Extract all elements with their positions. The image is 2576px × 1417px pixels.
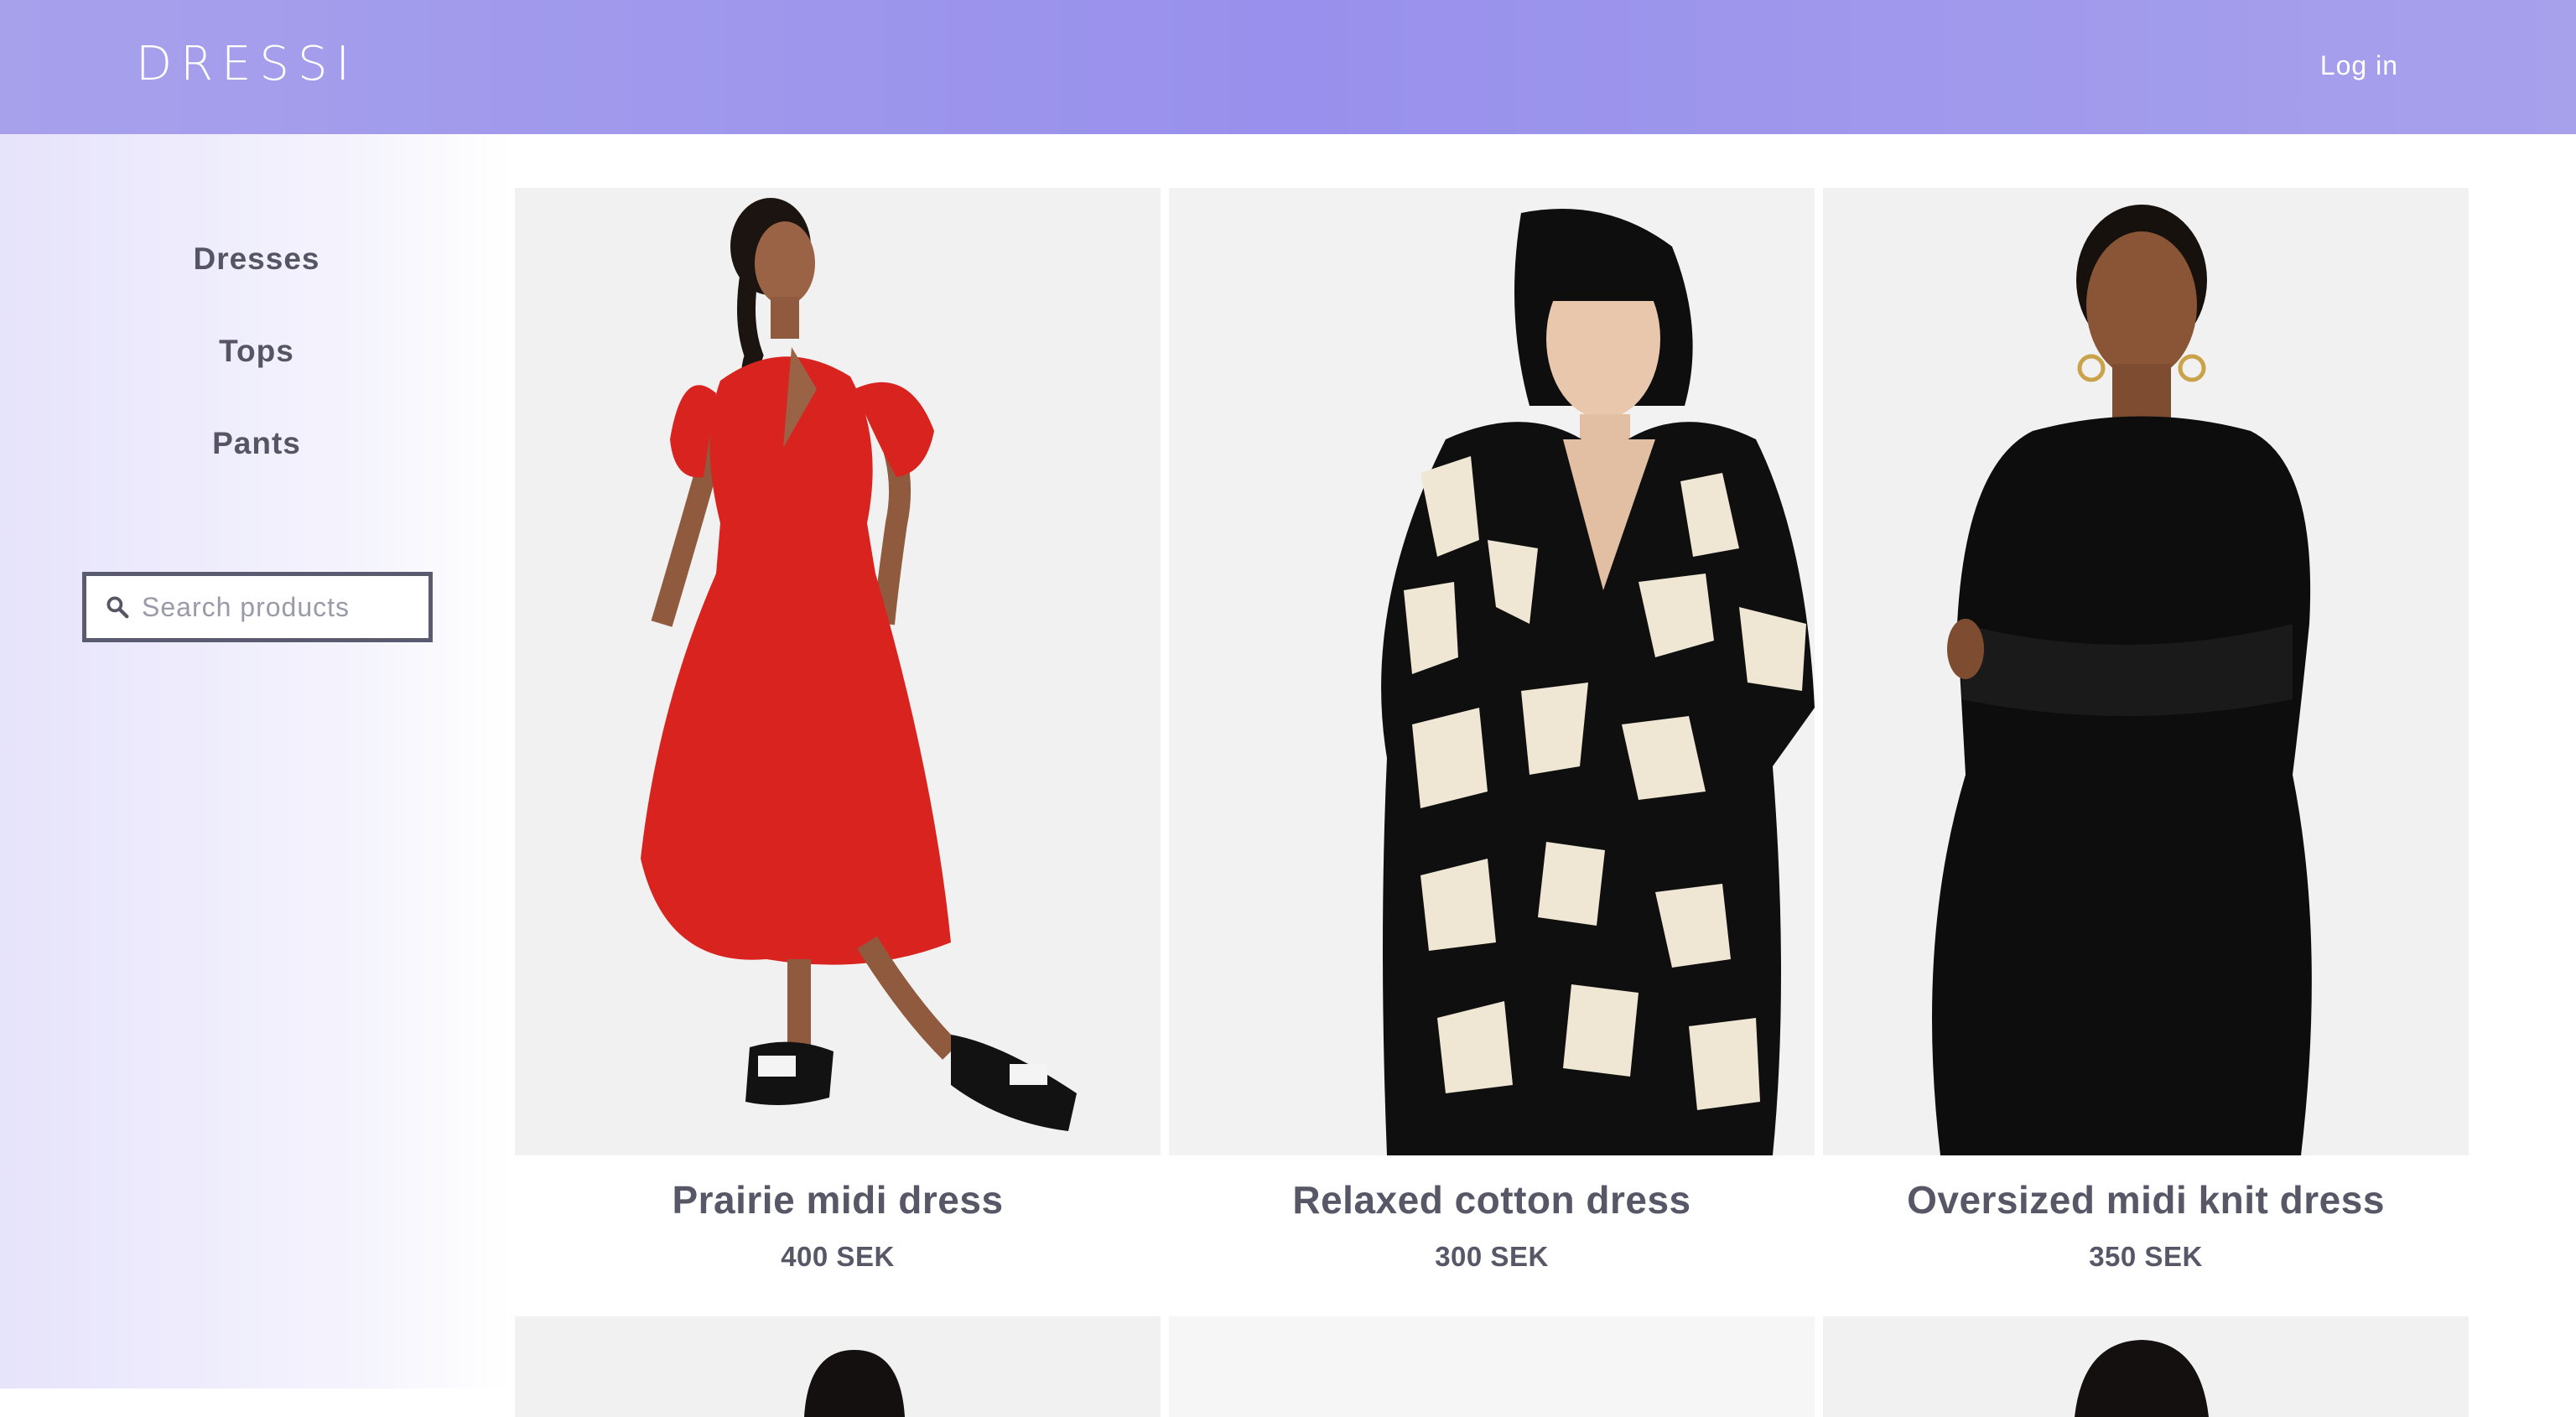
product-price: 350 SEK bbox=[2089, 1241, 2203, 1272]
product-price: 300 SEK bbox=[1435, 1241, 1549, 1272]
search-box bbox=[82, 572, 433, 642]
product-image-partial[interactable] bbox=[1169, 1316, 1815, 1417]
product-image[interactable] bbox=[1169, 188, 1815, 1155]
product-card[interactable]: Oversized midi knit dress 350 SEK bbox=[1823, 188, 2469, 1273]
product-name[interactable]: Oversized midi knit dress bbox=[1823, 1177, 2469, 1222]
product-price: 400 SEK bbox=[781, 1241, 895, 1272]
product-image[interactable] bbox=[515, 188, 1161, 1155]
login-link[interactable]: Log in bbox=[2320, 50, 2398, 81]
sidebar: Dresses Tops Pants bbox=[0, 134, 513, 1388]
product-card[interactable]: Prairie midi dress 400 SEK bbox=[515, 188, 1161, 1273]
product-name[interactable]: Relaxed cotton dress bbox=[1169, 1177, 1815, 1222]
sidebar-item-tops[interactable]: Tops bbox=[0, 334, 513, 369]
product-image[interactable] bbox=[1823, 188, 2469, 1155]
product-image-partial[interactable] bbox=[515, 1316, 1161, 1417]
search-input[interactable] bbox=[142, 591, 393, 623]
product-card[interactable]: Relaxed cotton dress 300 SEK bbox=[1169, 188, 1815, 1273]
site-header: DRESSI Log in bbox=[0, 0, 2576, 134]
product-name[interactable]: Prairie midi dress bbox=[515, 1177, 1161, 1222]
sidebar-item-pants[interactable]: Pants bbox=[0, 426, 513, 461]
product-image-partial[interactable] bbox=[1823, 1316, 2469, 1417]
brand-logo[interactable]: DRESSI bbox=[136, 37, 358, 91]
search-icon bbox=[105, 594, 130, 620]
sidebar-item-dresses[interactable]: Dresses bbox=[0, 241, 513, 277]
